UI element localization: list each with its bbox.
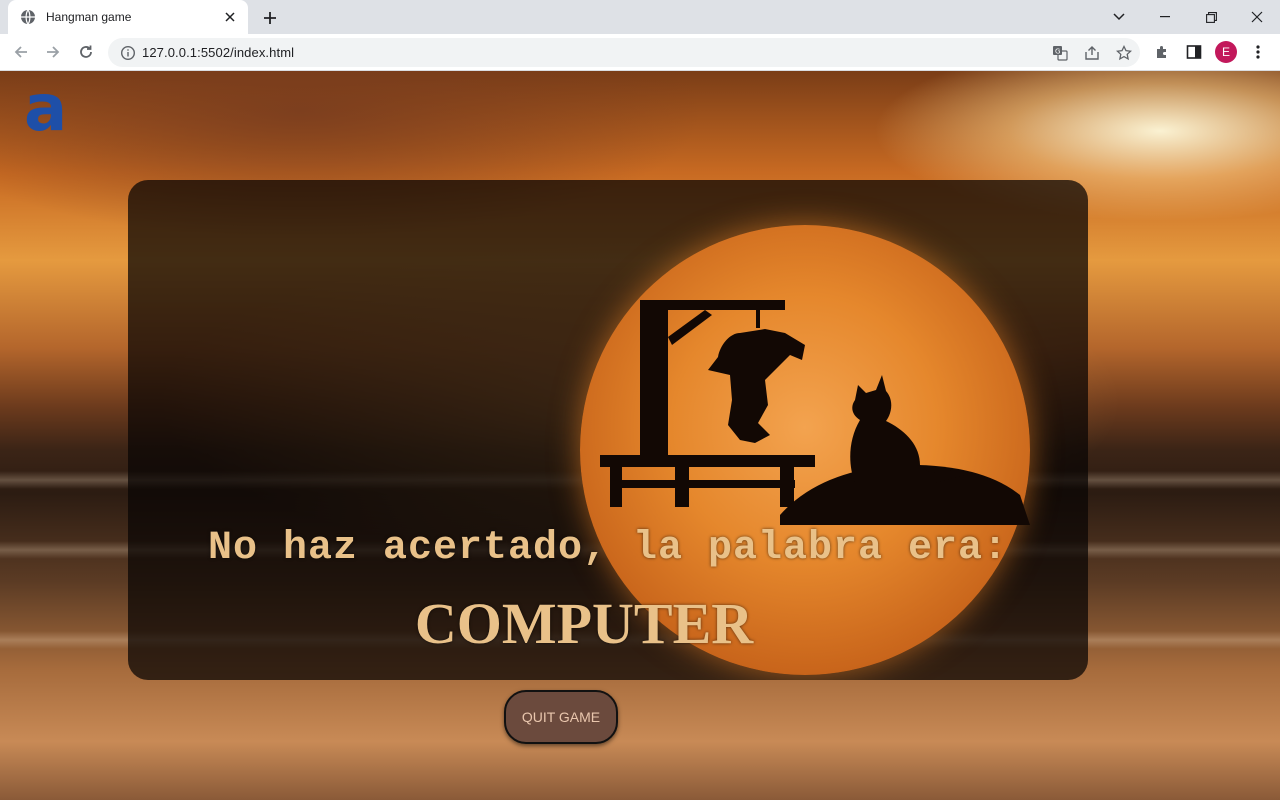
tab-strip: Hangman game (0, 0, 1280, 34)
tab-search-icon[interactable] (1096, 0, 1142, 34)
globe-icon (20, 9, 36, 25)
back-icon[interactable] (9, 40, 33, 64)
browser-toolbar: 127.0.0.1:5502/index.html G (0, 34, 1280, 71)
browser-tab[interactable]: Hangman game (8, 0, 248, 34)
svg-text:G: G (1055, 47, 1060, 55)
forward-icon[interactable] (41, 40, 65, 64)
page-background: a No haz acertado, la palabra era: COMPU… (0, 71, 1280, 800)
site-logo[interactable]: a (24, 77, 80, 141)
revealed-word: COMPUTER (414, 591, 754, 656)
quit-game-button[interactable]: QUIT GAME (504, 690, 618, 744)
game-result-panel: No haz acertado, la palabra era: COMPUTE… (128, 180, 1088, 680)
more-menu-icon[interactable] (1246, 40, 1270, 64)
address-bar[interactable]: 127.0.0.1:5502/index.html G (108, 38, 1140, 67)
new-tab-icon[interactable] (260, 8, 280, 28)
side-panel-icon[interactable] (1182, 40, 1206, 64)
site-info-icon[interactable] (120, 45, 136, 61)
close-tab-icon[interactable] (222, 9, 238, 25)
profile-avatar[interactable]: E (1215, 41, 1237, 63)
reload-icon[interactable] (74, 40, 98, 64)
minimize-icon[interactable] (1142, 0, 1188, 34)
url-text: 127.0.0.1:5502/index.html (142, 45, 295, 60)
extensions-puzzle-icon[interactable] (1150, 40, 1174, 64)
share-icon[interactable] (1076, 38, 1108, 67)
bookmark-star-icon[interactable] (1108, 38, 1140, 67)
result-message: No haz acertado, la palabra era: (207, 526, 1009, 571)
translate-icon[interactable]: G (1044, 38, 1076, 67)
close-window-icon[interactable] (1234, 0, 1280, 34)
tab-title: Hangman game (46, 10, 132, 24)
restore-icon[interactable] (1188, 0, 1234, 34)
